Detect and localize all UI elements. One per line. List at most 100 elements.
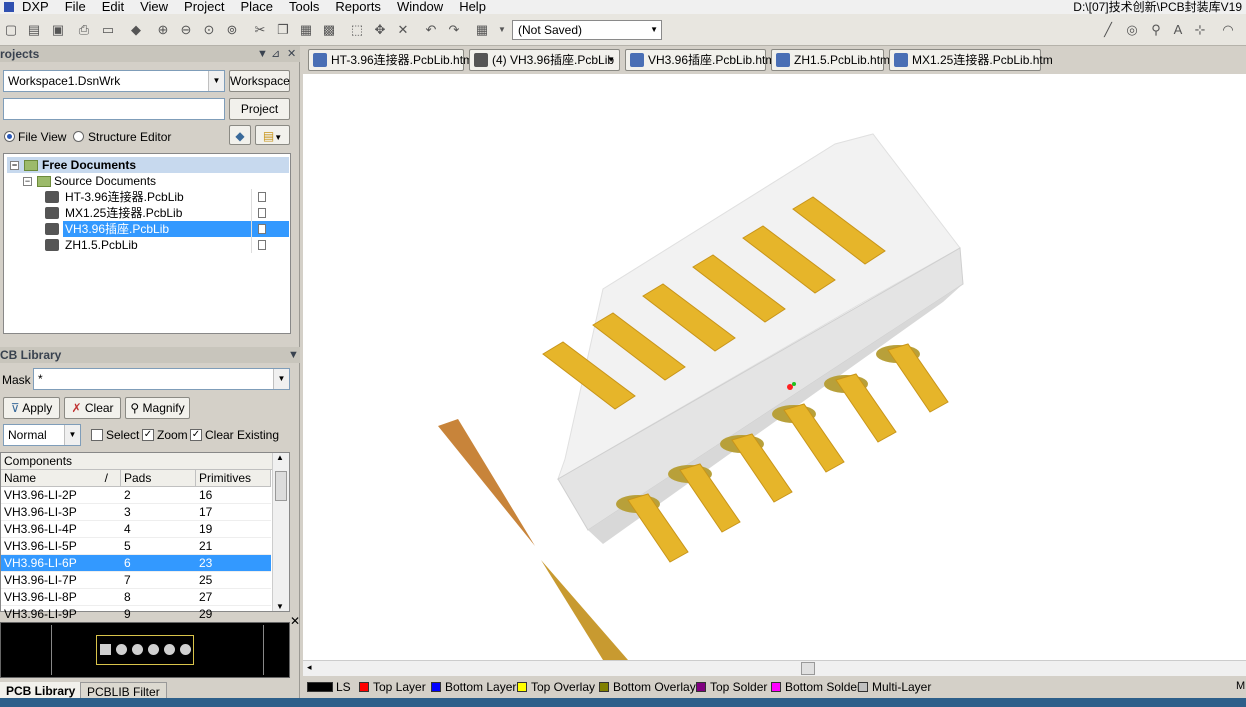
- zoom-out-icon[interactable]: ⊖: [178, 22, 194, 38]
- chevron-down-icon[interactable]: ▼: [607, 50, 615, 70]
- tree-file-item[interactable]: ZH1.5.PcbLib: [7, 237, 289, 253]
- pad-icon[interactable]: ◎: [1124, 22, 1140, 38]
- paste-icon[interactable]: ▦: [298, 22, 314, 38]
- project-options-button[interactable]: ◆: [229, 125, 251, 145]
- layer-tab[interactable]: Bottom Overlay: [599, 678, 696, 696]
- layer-tab[interactable]: Bottom Solder: [771, 678, 861, 696]
- panel-menu-icon[interactable]: ▼: [288, 347, 299, 363]
- menu-help[interactable]: Help: [451, 0, 494, 14]
- copy-icon[interactable]: ❐: [275, 22, 291, 38]
- components-scrollbar[interactable]: ▲ ▼: [272, 453, 289, 611]
- component-row[interactable]: VH3.96-LI-5P 5 21: [1, 538, 271, 555]
- grid-icon[interactable]: ▦: [474, 22, 490, 38]
- clear-existing-checkbox[interactable]: ✓: [190, 429, 202, 441]
- column-pads[interactable]: Pads: [121, 470, 196, 487]
- view-config-combo[interactable]: (Not Saved) ▼: [512, 20, 662, 40]
- layer-tab[interactable]: Top Solder: [696, 678, 767, 696]
- magnify-button[interactable]: ⚲ Magnify: [125, 397, 190, 419]
- apply-button[interactable]: ⊽ Apply: [3, 397, 60, 419]
- layer-tab[interactable]: Top Overlay: [517, 678, 595, 696]
- doc-tab[interactable]: (4) VH3.96插座.PcbLib ▼: [469, 49, 620, 71]
- close-icon[interactable]: ✕: [287, 46, 296, 62]
- undo-icon[interactable]: ↶: [423, 22, 439, 38]
- menu-file[interactable]: File: [57, 0, 94, 14]
- component-row[interactable]: VH3.96-LI-7P 7 25: [1, 572, 271, 589]
- menu-reports[interactable]: Reports: [327, 0, 389, 14]
- arc-icon[interactable]: ◠: [1220, 22, 1236, 38]
- doc-tab[interactable]: VH3.96插座.PcbLib.htm: [625, 49, 775, 71]
- file-view-radio[interactable]: [4, 131, 15, 142]
- redo-icon[interactable]: ↷: [446, 22, 462, 38]
- layer-tab[interactable]: Bottom Layer: [431, 678, 516, 696]
- string-icon[interactable]: A: [1170, 22, 1186, 38]
- component-row[interactable]: VH3.96-LI-2P 2 16: [1, 487, 271, 504]
- doc-tab[interactable]: MX1.25连接器.PcbLib.htm: [889, 49, 1053, 71]
- column-primitives[interactable]: Primitives: [196, 470, 271, 487]
- column-name[interactable]: Name /: [1, 470, 121, 487]
- tree-free-documents[interactable]: − Free Documents: [7, 157, 289, 173]
- rubber-stamp-icon[interactable]: ▩: [321, 22, 337, 38]
- structure-editor-radio[interactable]: [73, 131, 84, 142]
- collapse-icon[interactable]: −: [23, 177, 32, 186]
- component-row[interactable]: VH3.96-LI-8P 8 27: [1, 589, 271, 606]
- tree-file-item[interactable]: VH3.96插座.PcbLib: [7, 221, 289, 237]
- layer-tab[interactable]: Multi-Layer: [858, 678, 931, 696]
- zoom-fit-icon[interactable]: ⊕: [155, 22, 171, 38]
- pcb-3d-viewport[interactable]: [303, 74, 1246, 660]
- collapse-icon[interactable]: −: [10, 161, 19, 170]
- scroll-up-icon[interactable]: ▲: [276, 453, 284, 462]
- layers-icon[interactable]: ◆: [128, 22, 144, 38]
- close-icon[interactable]: ✕: [290, 614, 300, 628]
- viewport-hscrollbar[interactable]: ◂: [303, 660, 1246, 676]
- cut-icon[interactable]: ✂: [252, 22, 268, 38]
- menu-view[interactable]: View: [132, 0, 176, 14]
- coordinate-icon[interactable]: ⊹: [1192, 22, 1208, 38]
- layer-tab[interactable]: Top Layer: [359, 678, 426, 696]
- workspace-button[interactable]: Workspace: [229, 70, 290, 92]
- layer-tab[interactable]: LS: [307, 678, 351, 696]
- move-icon[interactable]: ✥: [372, 22, 388, 38]
- workspace-combo[interactable]: Workspace1.DsnWrk ▼: [3, 70, 225, 92]
- component-row[interactable]: VH3.96-LI-3P 3 17: [1, 504, 271, 521]
- via-icon[interactable]: ⚲: [1148, 22, 1164, 38]
- mask-input[interactable]: * ▼: [33, 368, 290, 390]
- panel-menu-icon[interactable]: ▼: [257, 46, 268, 62]
- zoom-checkbox[interactable]: ✓: [142, 429, 154, 441]
- open-folder-icon[interactable]: ▤: [26, 22, 42, 38]
- project-button[interactable]: Project: [229, 98, 290, 120]
- deselect-icon[interactable]: ✕: [395, 22, 411, 38]
- hscroll-thumb[interactable]: [801, 662, 815, 675]
- tree-file-item[interactable]: MX1.25连接器.PcbLib: [7, 205, 289, 221]
- clear-button[interactable]: ✗ Clear: [64, 397, 121, 419]
- scroll-left-icon[interactable]: ◂: [307, 662, 312, 673]
- mode-combo[interactable]: Normal ▼: [3, 424, 81, 446]
- grid-dropdown-icon[interactable]: ▼: [494, 22, 510, 38]
- zoom-selected-icon[interactable]: ⊚: [224, 22, 240, 38]
- doc-tab[interactable]: ZH1.5.PcbLib.htm: [771, 49, 890, 71]
- line-icon[interactable]: ╱: [1100, 22, 1116, 38]
- component-row[interactable]: VH3.96-LI-9P 9 29: [1, 606, 271, 623]
- scroll-thumb[interactable]: [275, 471, 287, 501]
- menu-window[interactable]: Window: [389, 0, 451, 14]
- select-area-icon[interactable]: ⬚: [349, 22, 365, 38]
- print-preview-icon[interactable]: ▭: [100, 22, 116, 38]
- menu-place[interactable]: Place: [233, 0, 282, 14]
- select-checkbox[interactable]: [91, 429, 103, 441]
- doc-tab[interactable]: HT-3.96连接器.PcbLib.htm: [308, 49, 473, 71]
- tree-file-item[interactable]: HT-3.96连接器.PcbLib: [7, 189, 289, 205]
- component-row[interactable]: VH3.96-LI-6P 6 23: [1, 555, 271, 572]
- save-icon[interactable]: ▣: [50, 22, 66, 38]
- menu-dxp[interactable]: DXP: [14, 0, 57, 14]
- print-icon[interactable]: ⎙: [76, 22, 92, 38]
- menu-edit[interactable]: Edit: [94, 0, 132, 14]
- tree-source-documents[interactable]: − Source Documents: [7, 173, 289, 189]
- zoom-area-icon[interactable]: ⊙: [201, 22, 217, 38]
- project-combo[interactable]: [3, 98, 225, 120]
- new-file-icon[interactable]: ▢: [3, 22, 19, 38]
- menu-tools[interactable]: Tools: [281, 0, 327, 14]
- component-row[interactable]: VH3.96-LI-4P 4 19: [1, 521, 271, 538]
- pin-icon[interactable]: ⊿: [271, 46, 280, 62]
- folder-menu-button[interactable]: ▤▼: [255, 125, 290, 145]
- scroll-down-icon[interactable]: ▼: [276, 602, 284, 611]
- menu-project[interactable]: Project: [176, 0, 232, 14]
